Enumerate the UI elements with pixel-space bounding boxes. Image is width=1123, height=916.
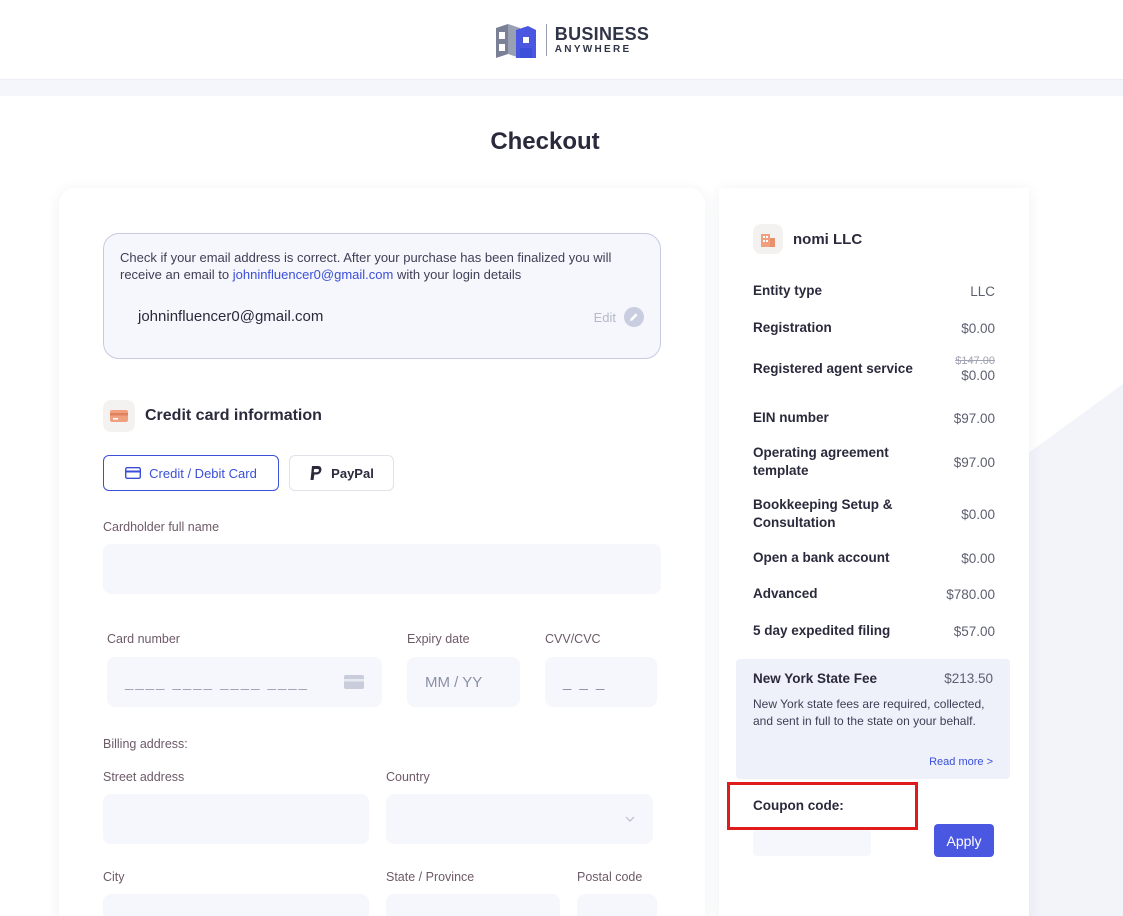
summary-row-advanced: Advanced $780.00	[753, 585, 995, 603]
summary-row-operating-agreement: Operating agreement template $97.00	[753, 444, 995, 480]
credit-card-section-header: Credit card information	[103, 400, 322, 432]
country-select[interactable]	[386, 794, 653, 844]
top-bar: BUSINESS ANYWHERE	[0, 0, 1123, 80]
item-price-group: $147.00 $0.00	[955, 355, 995, 383]
section-title: Credit card information	[145, 407, 322, 424]
edit-email-button[interactable]: Edit	[594, 307, 644, 327]
read-more-link[interactable]: Read more >	[929, 756, 993, 768]
item-label: Open a bank account	[753, 550, 890, 565]
expiry-input[interactable]: MM / YY	[407, 657, 520, 707]
state-fee-description: New York state fees are required, collec…	[753, 697, 985, 728]
card-number-placeholder: ____ ____ ____ ____	[125, 673, 309, 691]
logo-separator	[545, 23, 547, 56]
item-label: EIN number	[753, 410, 829, 425]
tab-credit-debit-card[interactable]: Credit / Debit Card	[103, 455, 279, 491]
logo-line1: BUSINESS	[554, 23, 650, 44]
logo-line2: ANYWHERE	[554, 43, 632, 55]
item-label: Bookkeeping Setup & Consultation	[753, 497, 893, 530]
street-input[interactable]	[103, 794, 369, 844]
item-label: Entity type	[753, 283, 823, 298]
logo-icon	[495, 23, 536, 58]
company-name: nomi LLC	[793, 230, 863, 248]
card-number-label: Card number	[107, 632, 180, 646]
credit-card-icon	[103, 400, 135, 432]
email-confirm-box: Check if your email address is correct. …	[103, 233, 661, 359]
item-label: Advanced	[753, 586, 818, 601]
summary-row-bookkeeping: Bookkeeping Setup & Consultation $0.00	[753, 496, 995, 532]
page-title: Checkout	[490, 128, 600, 155]
summary-row-registered-agent: Registered agent service $147.00 $0.00	[753, 355, 995, 383]
email-notice: Check if your email address is correct. …	[120, 249, 640, 283]
item-label: Registration	[753, 320, 832, 335]
order-summary-card: nomi LLC Entity type LLC Registration $0…	[719, 188, 1029, 916]
state-input[interactable]	[386, 894, 560, 916]
summary-row-ein: EIN number $97.00	[753, 409, 995, 427]
item-price: LLC	[970, 283, 995, 299]
chevron-down-icon	[625, 816, 635, 822]
country-label: Country	[386, 770, 430, 784]
item-price: $0.00	[961, 550, 995, 566]
logo[interactable]: BUSINESS ANYWHERE	[494, 20, 649, 60]
item-price: $0.00	[961, 368, 995, 383]
state-label: State / Province	[386, 870, 475, 884]
postal-label: Postal code	[577, 870, 643, 884]
tab-card-label: Credit / Debit Card	[149, 465, 257, 481]
item-price: $780.00	[946, 586, 995, 602]
item-price: $57.00	[953, 623, 995, 639]
building-icon	[753, 224, 783, 254]
expiry-label: Expiry date	[407, 632, 470, 646]
apply-button[interactable]: Apply	[934, 824, 994, 857]
paypal-icon	[310, 466, 322, 480]
card-icon	[125, 467, 142, 479]
item-price: $0.00	[961, 506, 995, 522]
email-notice-text-2: with your login details	[393, 267, 522, 282]
coupon-highlight-box	[727, 782, 918, 830]
item-price: $0.00	[961, 320, 995, 336]
cvv-placeholder: _ _ _	[563, 673, 607, 691]
city-input[interactable]	[103, 894, 369, 916]
state-fee-price: $213.50	[944, 671, 993, 686]
cvv-label: CVV/CVC	[545, 632, 601, 646]
item-label: 5 day expedited filing	[753, 623, 891, 638]
state-fee-title: New York State Fee	[753, 671, 878, 686]
card-number-input[interactable]: ____ ____ ____ ____	[107, 657, 382, 707]
cardholder-input[interactable]	[103, 544, 661, 594]
postal-input[interactable]	[577, 894, 657, 916]
city-label: City	[103, 870, 125, 884]
logo-text: BUSINESS ANYWHERE	[555, 25, 649, 55]
item-label: Operating agreement template	[753, 445, 889, 478]
state-fee-box: New York State Fee $213.50 New York stat…	[736, 659, 1010, 779]
email-notice-link[interactable]: johninfluencer0@gmail.com	[233, 267, 394, 282]
tab-paypal[interactable]: PayPal	[289, 455, 394, 491]
expiry-placeholder: MM / YY	[425, 673, 483, 691]
item-price: $97.00	[953, 410, 995, 426]
summary-row-expedited-filing: 5 day expedited filing $57.00	[753, 622, 995, 640]
tab-paypal-label: PayPal	[331, 465, 374, 481]
billing-address-label: Billing address:	[103, 737, 188, 751]
summary-row-entity-type: Entity type LLC	[753, 282, 995, 300]
company-header: nomi LLC	[753, 224, 862, 254]
cvv-input[interactable]: _ _ _	[545, 657, 657, 707]
item-price: $97.00	[953, 454, 995, 470]
coupon-input[interactable]	[753, 830, 871, 856]
street-label: Street address	[103, 770, 185, 784]
card-type-icon	[344, 675, 364, 689]
edit-label: Edit	[593, 309, 616, 325]
payment-card: Check if your email address is correct. …	[59, 188, 705, 916]
old-price: $147.00	[955, 355, 995, 367]
email-value: johninfluencer0@gmail.com	[138, 308, 324, 325]
cardholder-label: Cardholder full name	[103, 520, 220, 534]
summary-row-bank-account: Open a bank account $0.00	[753, 549, 995, 567]
item-label: Registered agent service	[753, 361, 913, 376]
pencil-icon	[624, 307, 644, 327]
summary-row-registration: Registration $0.00	[753, 319, 995, 337]
background-shape	[1027, 384, 1123, 916]
